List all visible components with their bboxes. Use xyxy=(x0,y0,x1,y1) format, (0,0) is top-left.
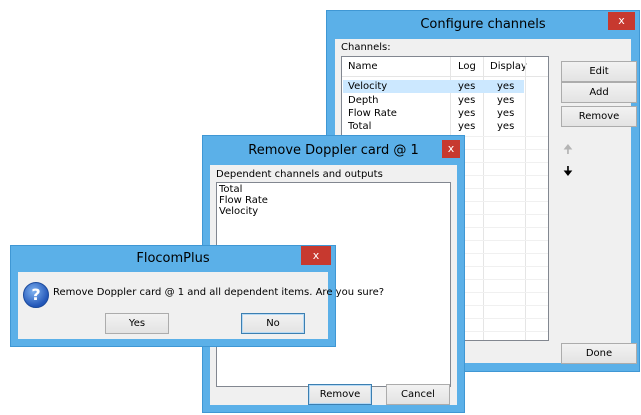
configure-channels-titlebar[interactable]: Configure channels xyxy=(327,11,639,39)
question-icon: ? xyxy=(23,282,49,308)
confirm-dialog-body: ? Remove Doppler card @ 1 and all depend… xyxy=(18,272,384,339)
remove-channel-button[interactable]: Remove xyxy=(561,106,637,127)
no-button[interactable]: No xyxy=(241,313,305,334)
confirm-dialog: FlocomPlus x ? Remove Doppler card @ 1 a… xyxy=(10,245,384,347)
remove-doppler-title: Remove Doppler card @ 1 xyxy=(248,143,419,158)
channel-name: Total xyxy=(348,121,372,132)
channels-label: Channels: xyxy=(341,42,391,53)
confirm-dialog-titlebar[interactable]: FlocomPlus xyxy=(11,246,335,272)
column-header-display[interactable]: Display xyxy=(490,59,527,74)
remove-button[interactable]: Remove xyxy=(308,384,372,405)
close-icon: x xyxy=(447,142,455,155)
channel-display: yes xyxy=(497,81,515,92)
edit-button[interactable]: Edit xyxy=(561,61,637,82)
close-icon: x xyxy=(312,249,320,262)
remove-doppler-close-button[interactable]: x xyxy=(442,140,460,158)
column-header-log[interactable]: Log xyxy=(458,59,476,74)
arrow-down-icon[interactable]: 🠋 xyxy=(561,164,575,178)
confirm-dialog-title: FlocomPlus xyxy=(136,251,210,266)
column-header-name[interactable]: Name xyxy=(348,59,378,74)
channel-log: yes xyxy=(458,81,476,92)
configure-channels-title: Configure channels xyxy=(420,17,546,32)
close-icon: x xyxy=(618,14,625,27)
dependents-label: Dependent channels and outputs xyxy=(216,169,383,180)
list-item: Velocity xyxy=(219,206,259,217)
configure-channels-close-button[interactable]: x xyxy=(608,12,635,30)
remove-doppler-titlebar[interactable]: Remove Doppler card @ 1 xyxy=(203,136,464,165)
channel-display: yes xyxy=(497,121,515,132)
column-divider xyxy=(525,57,526,340)
list-item: Flow Rate xyxy=(219,195,268,206)
yes-button[interactable]: Yes xyxy=(105,313,169,334)
channels-list-header: Name Log Display xyxy=(342,57,548,77)
add-button[interactable]: Add xyxy=(561,82,637,103)
cancel-button[interactable]: Cancel xyxy=(386,384,450,405)
table-row[interactable]: Total yes yes xyxy=(343,120,524,133)
channel-name: Velocity xyxy=(348,81,388,92)
confirm-dialog-close-button[interactable]: x xyxy=(301,246,331,265)
confirm-message: Remove Doppler card @ 1 and all dependen… xyxy=(53,287,385,298)
list-item: Total xyxy=(219,184,243,195)
table-row[interactable]: Velocity yes yes xyxy=(343,80,524,93)
arrow-up-icon[interactable]: 🠉 xyxy=(561,142,575,156)
channel-log: yes xyxy=(458,121,476,132)
done-button[interactable]: Done xyxy=(561,343,637,364)
